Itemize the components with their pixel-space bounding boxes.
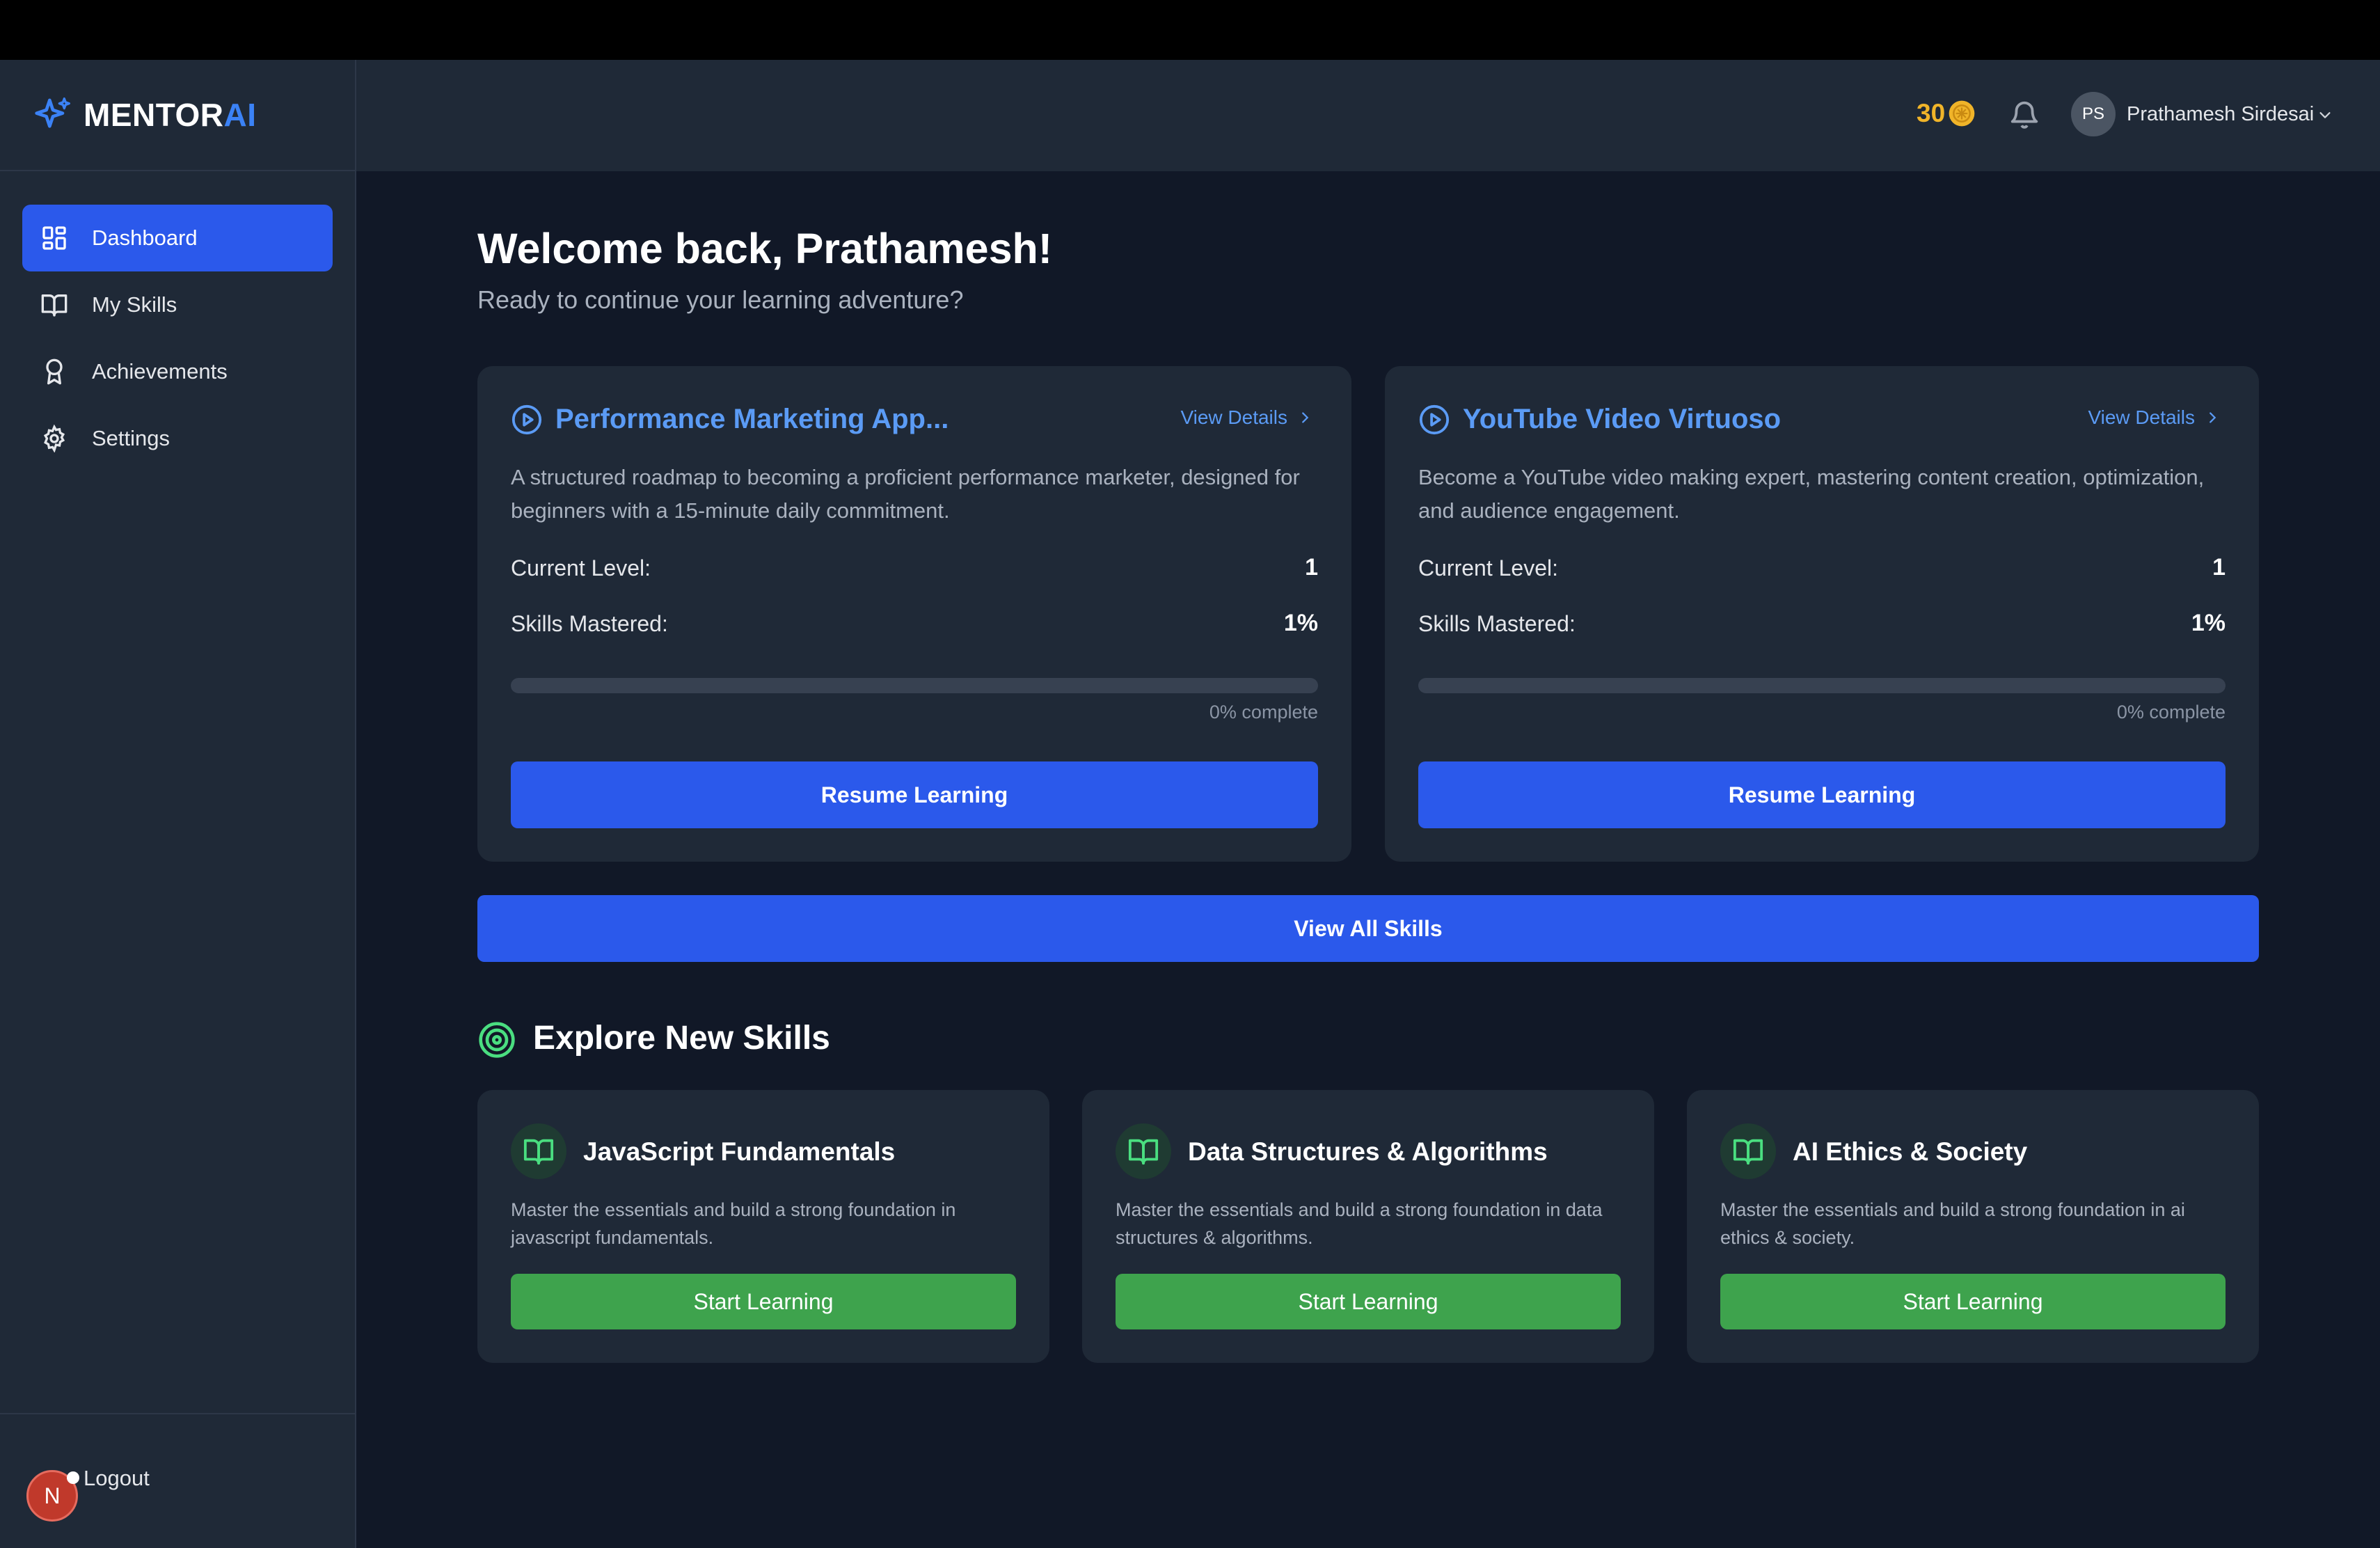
sidebar-item-my-skills[interactable]: My Skills xyxy=(22,271,333,338)
dashboard-icon xyxy=(42,226,66,250)
start-learning-button[interactable]: Start Learning xyxy=(1116,1274,1621,1329)
skills-mastered-value: 1% xyxy=(2191,610,2226,636)
play-circle-icon xyxy=(1419,404,1450,435)
award-icon xyxy=(46,358,63,385)
sidebar-item-label: Achievements xyxy=(92,359,228,384)
book-icon xyxy=(1733,1139,1763,1165)
user-name[interactable]: Prathamesh Sirdesai xyxy=(2127,103,2314,126)
skills-mastered-label: Skills Mastered: xyxy=(1418,611,1576,636)
sidebar: MENTORAI Dashboard My Skills Achievement… xyxy=(0,60,356,1548)
logout-button[interactable]: Logout xyxy=(84,1466,150,1491)
progress-text: 0% complete xyxy=(1209,702,1318,722)
skill-card-description: A structured roadmap to becoming a profi… xyxy=(511,465,1300,523)
sidebar-item-label: My Skills xyxy=(92,292,177,317)
skill-card-title[interactable]: Performance Marketing App... xyxy=(555,404,949,435)
page-subtitle: Ready to continue your learning adventur… xyxy=(477,285,964,314)
top-black-strip xyxy=(0,0,2380,60)
gear-icon xyxy=(43,425,65,452)
new-skill-card: JavaScript Fundamentals Master the essen… xyxy=(477,1090,1049,1363)
skill-icon-badge xyxy=(1116,1123,1171,1179)
sparkle-icon xyxy=(35,97,70,128)
progress-bar xyxy=(511,678,1318,693)
target-icon xyxy=(479,1022,515,1058)
view-details-link[interactable]: View Details xyxy=(1180,406,1312,429)
skill-icon-badge xyxy=(1720,1123,1776,1179)
new-skill-description: Master the essentials and build a strong… xyxy=(1116,1199,1603,1248)
view-all-skills-button[interactable]: View All Skills xyxy=(477,895,2259,962)
sidebar-item-label: Settings xyxy=(92,426,170,450)
current-level-value: 1 xyxy=(1305,554,1318,580)
new-skill-title: AI Ethics & Society xyxy=(1793,1137,2028,1166)
coin-icon xyxy=(1949,100,1975,127)
book-icon xyxy=(1128,1139,1159,1165)
new-skill-title: Data Structures & Algorithms xyxy=(1188,1137,1548,1166)
brand-logo[interactable]: MENTORAI xyxy=(0,60,355,171)
avatar-initials: PS xyxy=(2081,104,2104,123)
sidebar-item-dashboard[interactable]: Dashboard xyxy=(22,205,333,271)
book-icon xyxy=(41,294,68,317)
view-details-link[interactable]: View Details xyxy=(2088,406,2220,429)
start-learning-button[interactable]: Start Learning xyxy=(511,1274,1016,1329)
skill-card-title[interactable]: YouTube Video Virtuoso xyxy=(1463,404,1781,435)
notification-dot xyxy=(67,1471,79,1484)
sidebar-nav: Dashboard My Skills Achievements Setting… xyxy=(0,171,355,472)
avatar[interactable]: PS xyxy=(2071,92,2116,136)
current-level-label: Current Level: xyxy=(511,555,651,580)
new-skill-title: JavaScript Fundamentals xyxy=(583,1137,896,1166)
bell-icon[interactable] xyxy=(2008,97,2040,132)
skill-icon-badge xyxy=(511,1123,566,1179)
new-skill-description: Master the essentials and build a strong… xyxy=(1720,1199,2185,1248)
current-level-value: 1 xyxy=(2212,554,2226,580)
skill-card-description: Become a YouTube video making expert, ma… xyxy=(1418,465,2205,523)
sidebar-footer: N Logout xyxy=(0,1413,355,1548)
view-details-label: View Details xyxy=(1180,406,1287,428)
coin-balance: 30 xyxy=(1917,99,1976,128)
skill-card: YouTube Video Virtuoso View Details Beco… xyxy=(1385,366,2259,862)
current-level-label: Current Level: xyxy=(1418,555,1558,580)
view-details-label: View Details xyxy=(2088,406,2195,428)
coin-count: 30 xyxy=(1917,99,1946,127)
resume-learning-button[interactable]: Resume Learning xyxy=(1418,761,2226,828)
progress-bar xyxy=(1418,678,2226,693)
new-skill-card: AI Ethics & Society Master the essential… xyxy=(1687,1090,2259,1363)
sidebar-item-settings[interactable]: Settings xyxy=(22,405,333,472)
progress-text: 0% complete xyxy=(2116,702,2226,722)
page-title: Welcome back, Prathamesh! xyxy=(477,225,1053,272)
book-icon xyxy=(523,1139,554,1165)
explore-section-title: Explore New Skills xyxy=(533,1020,830,1057)
chevron-right-icon xyxy=(1302,412,1309,423)
new-skill-description: Master the essentials and build a strong… xyxy=(511,1199,956,1248)
skills-mastered-label: Skills Mastered: xyxy=(511,611,668,636)
brand-name: MENTORAI xyxy=(84,97,257,133)
chevron-right-icon xyxy=(2210,412,2216,423)
sidebar-item-achievements[interactable]: Achievements xyxy=(22,338,333,405)
resume-learning-button[interactable]: Resume Learning xyxy=(511,761,1318,828)
new-skill-card: Data Structures & Algorithms Master the … xyxy=(1082,1090,1654,1363)
play-circle-icon xyxy=(511,404,542,435)
start-learning-button[interactable]: Start Learning xyxy=(1720,1274,2226,1329)
chevron-down-icon[interactable] xyxy=(2317,107,2333,123)
sidebar-item-label: Dashboard xyxy=(92,226,198,250)
skills-mastered-value: 1% xyxy=(1283,610,1318,636)
dev-badge-letter: N xyxy=(44,1483,61,1508)
skill-card: Performance Marketing App... View Detail… xyxy=(477,366,1351,862)
